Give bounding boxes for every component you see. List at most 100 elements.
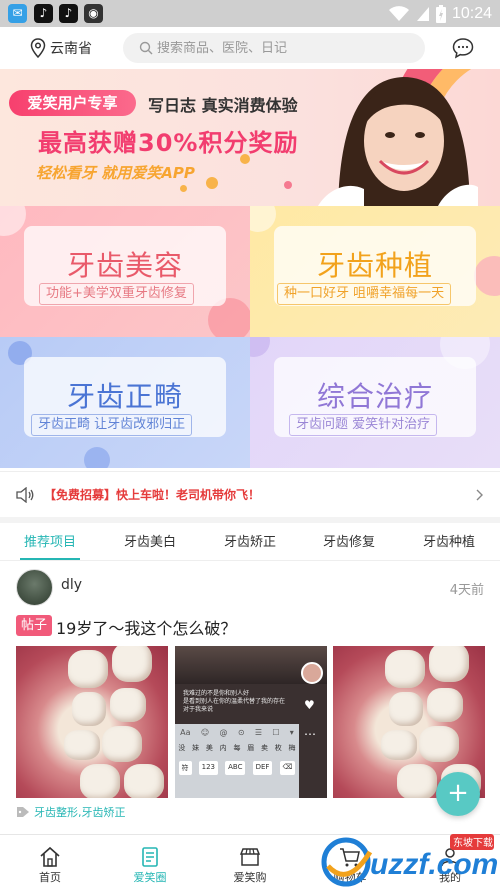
banner-tagline: 轻松看牙 就用爱笑APP	[36, 164, 195, 182]
tab-implant[interactable]: 牙齿种植	[423, 531, 475, 550]
app-notification-icon: ✉	[8, 4, 27, 23]
tab-orthodontics[interactable]: 牙齿矫正	[224, 531, 276, 550]
message-icon[interactable]	[451, 36, 475, 60]
decor-bubble	[250, 337, 270, 357]
top-header: 云南省	[0, 27, 500, 69]
status-bar: ✉ ♪ ♪ ◉ 10:24	[0, 0, 500, 27]
battery-icon	[435, 4, 446, 23]
category-orthodontics[interactable]: 牙齿正畸 牙齿正畸 让牙齿改邪归正	[0, 337, 250, 468]
search-bar[interactable]	[123, 33, 425, 63]
tab-recommended[interactable]: 推荐项目	[24, 531, 76, 550]
location-label: 云南省	[50, 41, 92, 57]
search-input[interactable]	[157, 40, 407, 56]
nav-shop[interactable]: 爱笑购	[200, 835, 300, 890]
category-title: 牙齿种植	[316, 249, 433, 282]
search-icon	[139, 41, 153, 55]
create-post-button[interactable]: +	[436, 772, 480, 816]
post-type-badge: 帖子	[16, 615, 53, 636]
nav-label: 首页	[39, 871, 61, 884]
category-tag: 牙齿正畸 让牙齿改邪归正	[31, 414, 193, 436]
comment-icon: …	[304, 724, 316, 738]
post-time: 4天前	[449, 583, 484, 598]
watermark-logo: uzzf.com 东坡下载	[321, 834, 498, 887]
category-cosmetic[interactable]: 牙齿美容 功能+美学双重牙齿修复	[0, 206, 250, 337]
chevron-right-icon	[476, 489, 483, 501]
notice-text: 【免费招募】快上车啦！老司机带你飞！	[44, 488, 261, 502]
post-image-screenshot[interactable]: 我难过的不是你和别人好 是看到别人在你的温柔代替了我的存在 对于我来说 ♥ … …	[175, 646, 327, 798]
decor-bubble	[250, 206, 276, 232]
watermark-badge: 东坡下载	[453, 836, 493, 849]
banner-dot	[284, 181, 292, 189]
nav-label: 爱笑购	[233, 871, 267, 884]
promo-banner[interactable]: 爱笑用户专享 写日志 真实消费体验 最高获赠30%积分奖励 轻松看牙 就用爱笑A…	[0, 69, 500, 206]
post-tags[interactable]: 牙齿整形,牙齿矫正	[16, 804, 126, 820]
keyboard-key: Aa	[180, 728, 191, 737]
keyboard-key: @	[219, 728, 228, 737]
notice-bar[interactable]: 【免费招募】快上车啦！老司机带你飞！	[0, 471, 500, 517]
banner-headline: 最高获赠30%积分奖励	[38, 129, 299, 157]
category-tag: 牙齿问题 爱笑针对治疗	[289, 414, 438, 436]
keyboard-key: 美	[205, 744, 213, 752]
avatar[interactable]	[16, 569, 53, 606]
tag-icon	[17, 807, 29, 817]
keyboard-key: ⌫	[279, 761, 296, 775]
poster-avatar	[301, 662, 323, 684]
tiktok-icon: ♪	[34, 4, 53, 23]
signal-icon	[416, 6, 429, 21]
nav-label: 爱笑圈	[133, 871, 167, 884]
decor-bubble	[84, 447, 110, 468]
keyboard-key: 每	[233, 744, 241, 752]
wifi-icon	[388, 5, 409, 21]
category-tabs: 推荐项目 牙齿美白 牙齿矫正 牙齿修复 牙齿种植	[0, 523, 500, 561]
post-image-teeth[interactable]	[16, 646, 168, 798]
category-tag: 功能+美学双重牙齿修复	[39, 283, 194, 305]
tab-whitening[interactable]: 牙齿美白	[124, 531, 176, 550]
watermark-text: uzzf.com	[370, 848, 498, 881]
clock: 10:24	[451, 4, 492, 22]
keyboard-key: ☐	[272, 728, 280, 737]
nav-community[interactable]: 爱笑圈	[100, 835, 200, 890]
location-selector[interactable]: 云南省	[30, 36, 92, 60]
keyboard: Aa ☺ @ ⊙ ☰ ☐ ▾ 没 妹 美 内 每 眉 卖 枚 梅 符 123 A…	[175, 724, 299, 798]
keyboard-key: 没	[178, 744, 186, 752]
post-username[interactable]: dly	[61, 577, 82, 593]
keyboard-key: ☰	[254, 728, 262, 737]
keyboard-key: ABC	[225, 761, 246, 775]
home-icon	[40, 846, 60, 867]
keyboard-key: 符	[178, 761, 192, 775]
category-implant[interactable]: 牙齿种植 种一口好牙 咀嚼幸福每一天	[250, 206, 500, 337]
tiktok-icon-2: ♪	[59, 4, 78, 23]
store-icon	[239, 848, 261, 866]
banner-dot	[206, 177, 218, 189]
active-tab-indicator	[20, 558, 80, 560]
keyboard-key: 眉	[247, 744, 255, 752]
notebook-icon	[142, 847, 158, 867]
keyboard-key: DEF	[252, 761, 273, 775]
keyboard-key: 123	[198, 761, 219, 775]
keyboard-key: 卖	[260, 744, 268, 752]
keyboard-key: 梅	[288, 744, 296, 752]
speaker-icon	[16, 487, 34, 503]
post-title[interactable]: 19岁了～我这个怎么破？	[56, 615, 236, 639]
model-portrait-image	[318, 77, 478, 206]
post-tags-text: 牙齿整形,牙齿矫正	[34, 806, 126, 819]
banner-dot	[180, 185, 187, 192]
keyboard-key: ⊙	[237, 728, 245, 737]
screenshot-text-line: 对于我来说	[183, 706, 214, 713]
keyboard-key: 妹	[192, 744, 200, 752]
banner-subtitle: 写日志 真实消费体验	[148, 96, 298, 115]
screenshot-text-line: 是看到别人在你的温柔代替了我的存在	[183, 698, 286, 705]
feed-post[interactable]: dly 4天前 帖子 19岁了～我这个怎么破？ 我难过的不是你和别人好 是看到别…	[0, 562, 500, 827]
category-tag: 种一口好牙 咀嚼幸福每一天	[277, 283, 452, 305]
keyboard-key: 内	[219, 744, 227, 752]
tab-restoration[interactable]: 牙齿修复	[323, 531, 375, 550]
keyboard-key: ▾	[289, 728, 294, 737]
category-title: 牙齿美容	[66, 249, 183, 282]
screenshot-text-line: 我难过的不是你和别人好	[183, 690, 250, 697]
category-title: 牙齿正畸	[66, 380, 183, 413]
heart-icon: ♥	[304, 698, 315, 712]
category-treatment[interactable]: 综合治疗 牙齿问题 爱笑针对治疗	[250, 337, 500, 468]
nav-home[interactable]: 首页	[0, 835, 100, 890]
keyboard-key: 枚	[274, 744, 282, 752]
app-icon: ◉	[84, 4, 103, 23]
